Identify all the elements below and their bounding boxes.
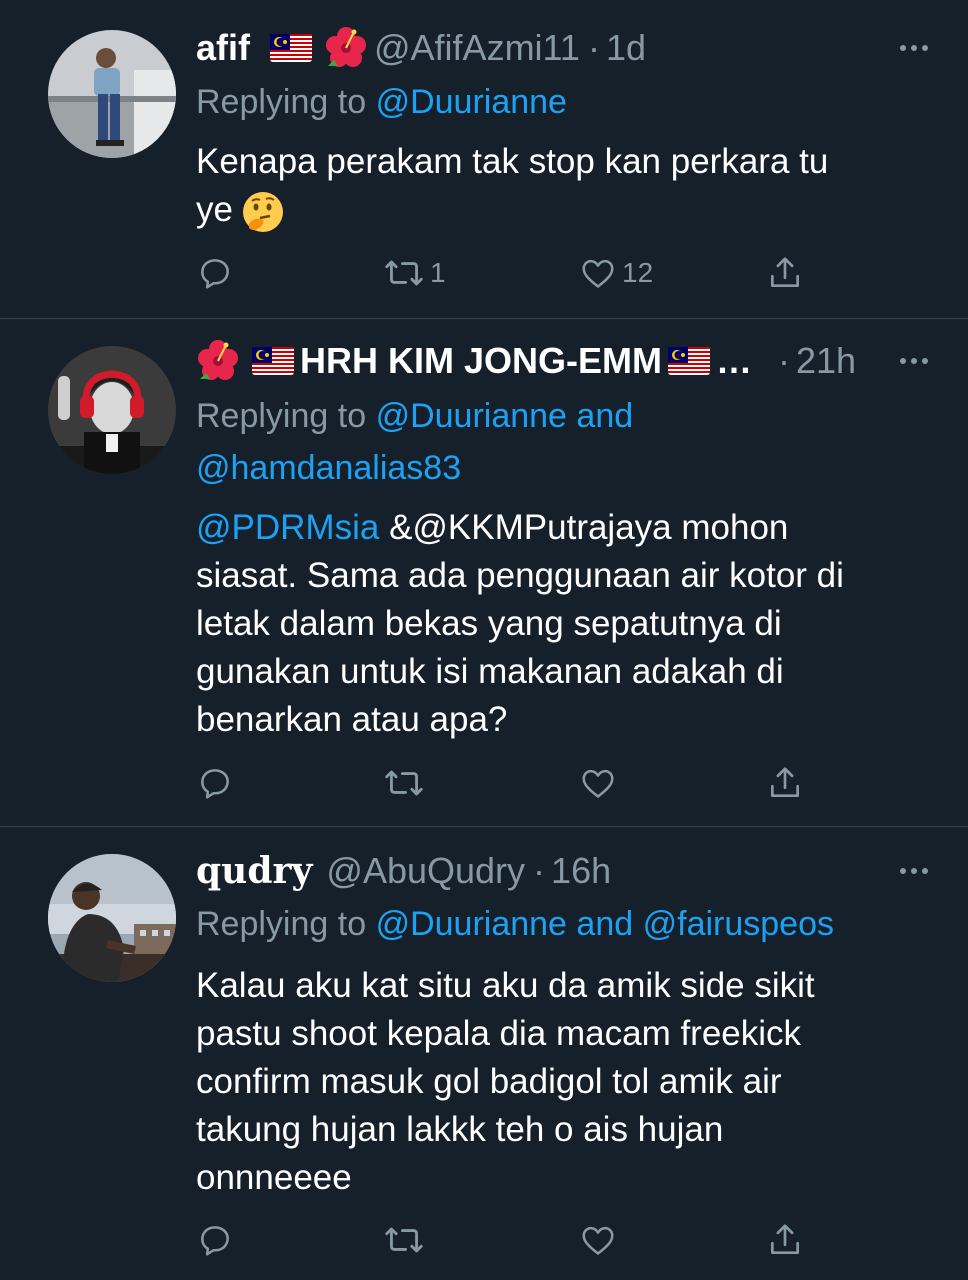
text-line: benarkan atau apa?	[196, 700, 508, 739]
reply-icon	[201, 1226, 229, 1256]
share-button[interactable]	[766, 248, 808, 298]
tweet-actions: 1 12	[196, 248, 816, 298]
display-name[interactable]: qudry	[196, 850, 312, 892]
tweet-text: Kenapa perakam tak stop kan perkara tu y…	[196, 138, 908, 234]
text-line: takung hujan lakkk teh o ais hujan	[196, 1110, 724, 1149]
malaysia-flag-icon	[668, 347, 710, 375]
malaysia-flag-icon	[252, 347, 294, 375]
text-line: Kalau aku kat situ aku da amik side siki…	[196, 966, 815, 1005]
tweet-header: HRH KIM JONG-EMM … · 21h	[196, 335, 928, 387]
text-line: pastu shoot kepala dia macam freekick	[196, 1014, 802, 1053]
timestamp[interactable]: 16h	[551, 850, 611, 892]
tweet-1[interactable]: afif @AfifAzmi11 · 1d Replying to @Duuri…	[0, 0, 968, 318]
thinking-face-icon	[242, 191, 283, 232]
retweet-icon	[385, 260, 423, 286]
reply-mention-link[interactable]: @Duurianne	[376, 905, 567, 943]
tweet-text: Kalau aku kat situ aku da amik side siki…	[196, 962, 908, 1202]
text-line: confirm masuk gol badigol tol amik air	[196, 1062, 782, 1101]
name-truncation: …	[716, 340, 752, 381]
tweet-3[interactable]: qudry @AbuQudry · 16h Replying to @Duuri…	[0, 827, 968, 1280]
text-line-with-emoji: ye	[196, 186, 908, 234]
replying-prefix: Replying to	[196, 397, 367, 435]
text-line: ye	[196, 190, 233, 229]
reply-mention-link[interactable]: @fairuspeos	[643, 905, 834, 943]
reply-joiner[interactable]: and	[576, 905, 633, 943]
display-name[interactable]: afif	[196, 27, 250, 69]
reply-mention-link[interactable]: @hamdanalias83	[196, 449, 461, 487]
like-button[interactable]	[578, 1215, 622, 1265]
reply-icon	[201, 769, 229, 799]
reply-mention-link[interactable]: @Duurianne	[376, 83, 567, 121]
hibiscus-icon	[198, 340, 238, 380]
user-handle[interactable]: @AfifAzmi11	[374, 27, 580, 69]
timestamp[interactable]: 21h	[796, 340, 856, 382]
tweet-2[interactable]: HRH KIM JONG-EMM … · 21h Replying to @Du…	[0, 319, 968, 825]
retweet-button[interactable]: 1	[382, 248, 446, 298]
like-count: 12	[622, 257, 654, 288]
reply-button[interactable]	[196, 248, 238, 298]
text-line: onnneeee	[196, 1158, 352, 1197]
more-icon[interactable]	[868, 845, 928, 897]
avatar[interactable]	[48, 30, 176, 158]
separator-dot: ·	[778, 340, 790, 381]
more-icon[interactable]	[868, 22, 928, 74]
separator-dot: ·	[533, 850, 546, 891]
share-button[interactable]	[766, 1215, 808, 1265]
tweet-text: @PDRMsia &@KKMPutrajaya mohon siasat. Sa…	[196, 504, 908, 744]
timestamp[interactable]: 1d	[606, 27, 646, 69]
retweet-button[interactable]	[382, 1215, 430, 1265]
user-handle[interactable]: @AbuQudry	[326, 850, 525, 892]
avatar[interactable]	[48, 346, 176, 474]
retweet-icon	[385, 1227, 423, 1253]
like-button[interactable]	[578, 758, 622, 808]
replying-to: Replying to @Duurianne	[196, 76, 928, 128]
retweet-count: 1	[430, 257, 446, 288]
reply-button[interactable]	[196, 758, 238, 808]
reply-button[interactable]	[196, 1215, 238, 1265]
mention-link[interactable]: @PDRMsia	[196, 508, 379, 547]
retweet-button[interactable]	[382, 758, 430, 808]
text-line: siasat. Sama ada penggunaan air kotor di	[196, 556, 844, 595]
separator-dot: ·	[587, 27, 600, 68]
replying-to: Replying to @Duurianne and @fairuspeos	[196, 898, 968, 950]
share-icon	[770, 1224, 800, 1255]
share-icon	[770, 257, 800, 288]
tweet-actions	[196, 1215, 816, 1265]
display-name[interactable]: HRH KIM JONG-EMM	[300, 340, 662, 382]
share-icon	[770, 767, 800, 798]
avatar[interactable]	[48, 854, 176, 982]
hibiscus-icon	[326, 27, 366, 67]
like-icon	[582, 259, 614, 288]
like-icon	[582, 769, 614, 798]
replying-prefix: Replying to	[196, 905, 367, 943]
like-button[interactable]: 12	[578, 248, 653, 298]
tweet-actions	[196, 758, 816, 808]
replying-to: Replying to @Duurianne and @hamdanalias8…	[196, 390, 928, 494]
text-line: letak dalam bekas yang sepatutnya di	[196, 604, 782, 643]
malaysia-flag-icon	[270, 34, 312, 62]
tweet-header: qudry @AbuQudry · 16h	[196, 845, 928, 897]
more-icon[interactable]	[868, 335, 928, 387]
replying-prefix: Replying to	[196, 83, 367, 121]
tweet-header: afif @AfifAzmi11 · 1d	[196, 22, 928, 74]
reply-joiner[interactable]: and	[576, 397, 633, 435]
text-line: &@KKMPutrajaya mohon	[389, 508, 789, 547]
text-line: gunakan untuk isi makanan adakah di	[196, 652, 784, 691]
like-icon	[582, 1226, 614, 1255]
reply-icon	[201, 259, 229, 289]
reply-mention-link[interactable]: @Duurianne	[376, 397, 567, 435]
text-line: Kenapa perakam tak stop kan perkara tu	[196, 142, 829, 181]
retweet-icon	[385, 770, 423, 796]
share-button[interactable]	[766, 758, 808, 808]
